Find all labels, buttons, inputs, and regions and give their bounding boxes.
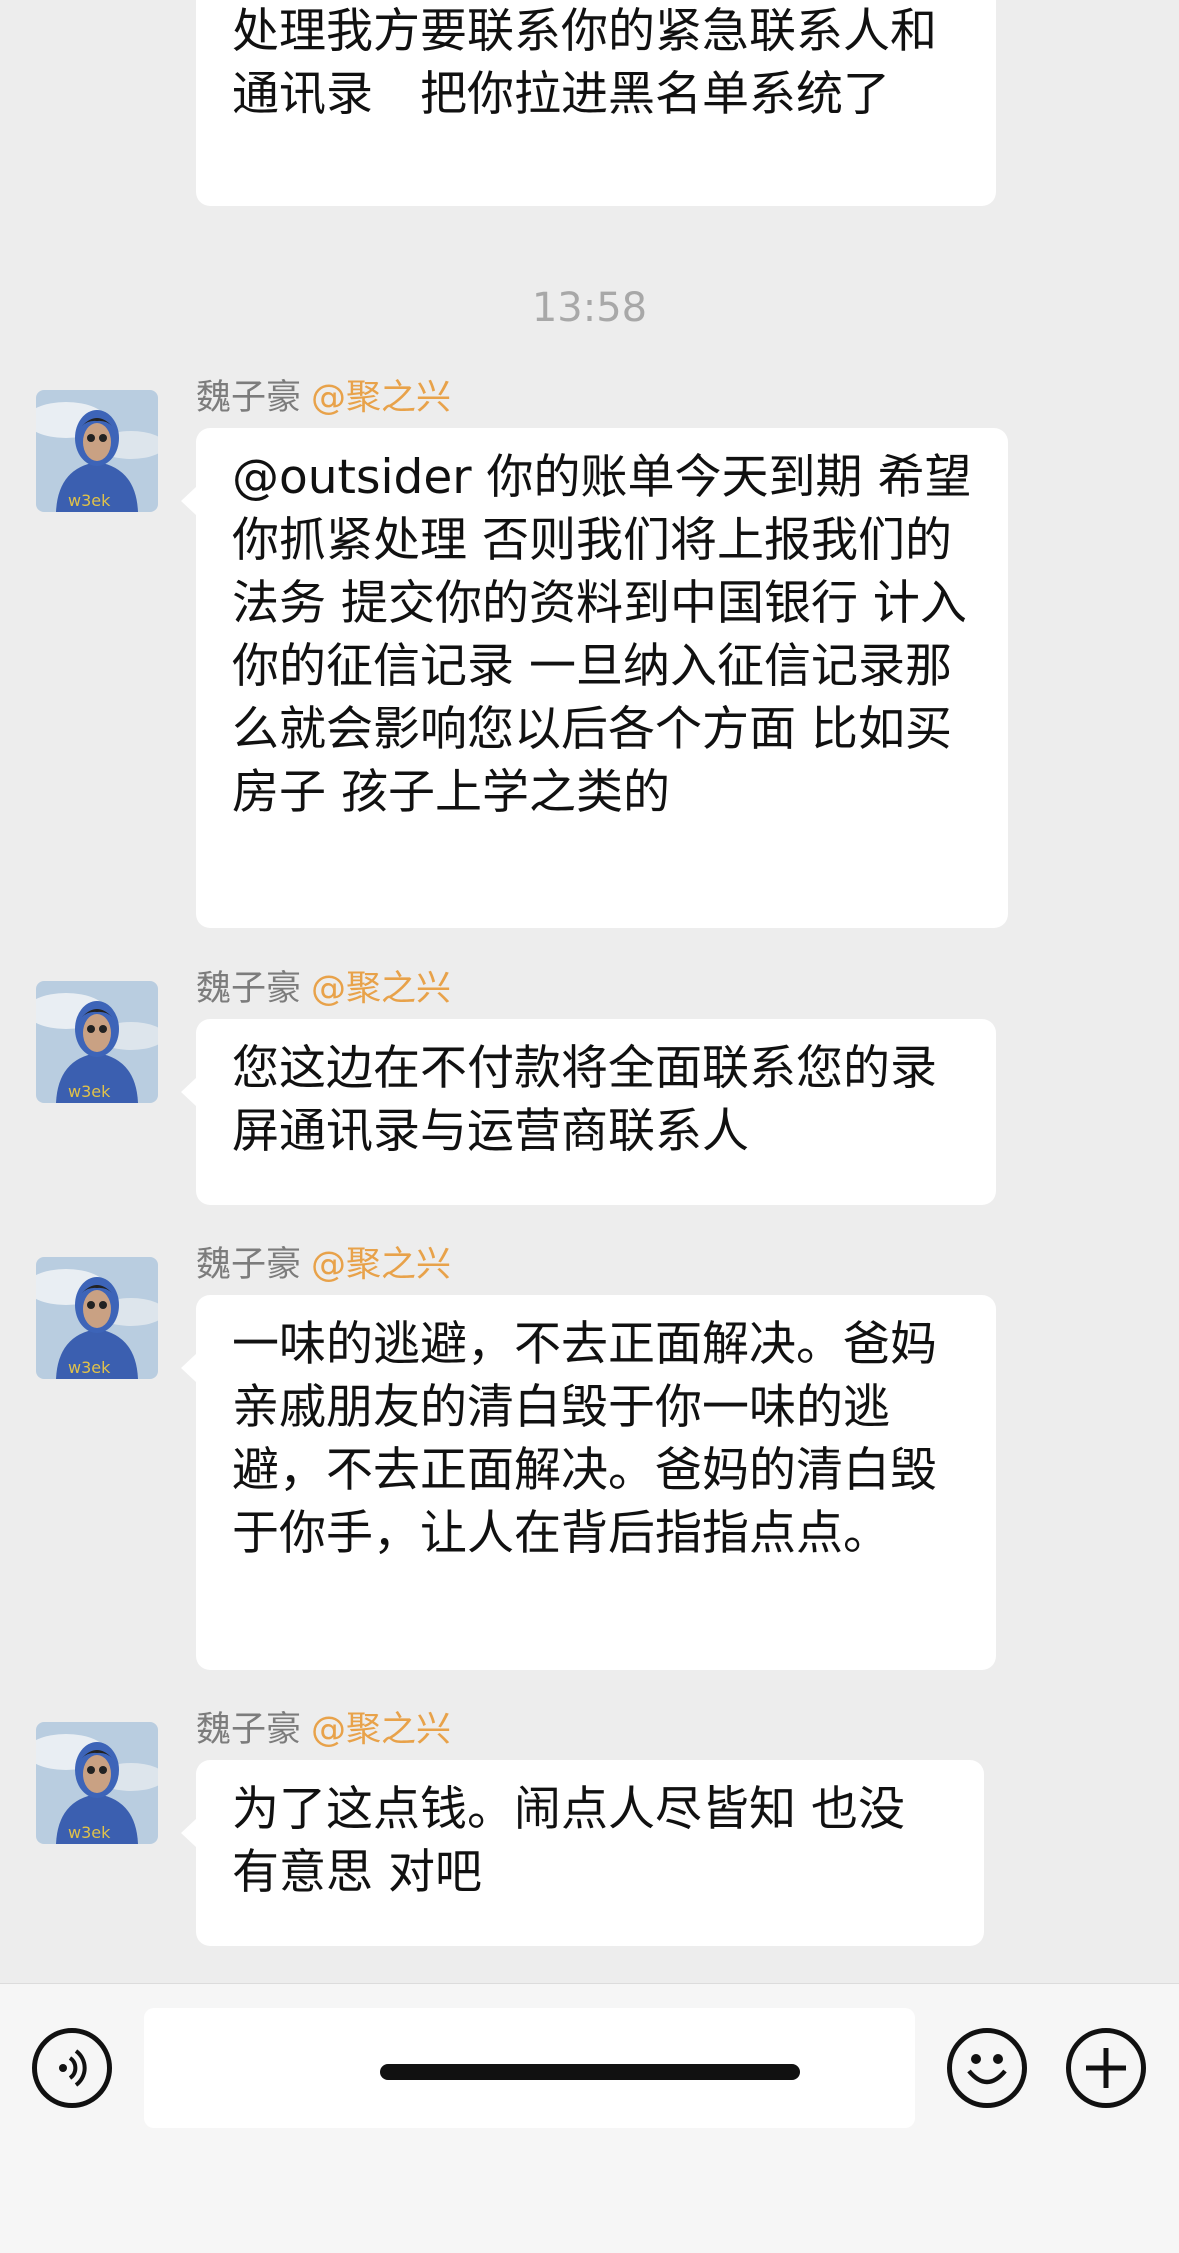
mention-tag[interactable]: @聚之兴 <box>311 1710 451 1750</box>
voice-button[interactable] <box>32 2028 112 2108</box>
message-timestamp: 13:58 <box>531 285 648 331</box>
svg-text:w3ek: w3ek <box>68 1358 111 1377</box>
message-bubble[interactable]: 为了这点钱。闹点人尽皆知 也没有意思 对吧 <box>181 1760 984 1946</box>
input-bar <box>0 1983 1179 2253</box>
svg-text:w3ek: w3ek <box>68 491 111 510</box>
sender-name: 魏子豪 <box>196 378 302 418</box>
avatar[interactable]: w3ek <box>36 1722 158 1844</box>
sender-line: 魏子豪 @聚之兴 <box>196 376 451 420</box>
sender-line: 魏子豪 @聚之兴 <box>196 1708 451 1752</box>
emoji-button[interactable] <box>947 2028 1027 2108</box>
message-text: 为了这点钱。闹点人尽皆知 也没有意思 对吧 <box>232 1782 905 1900</box>
sender-name: 魏子豪 <box>196 1710 302 1750</box>
mention-tag[interactable]: @聚之兴 <box>311 378 451 418</box>
message-text: @outsider 你的账单今天到期 希望你抓紧处理 否则我们将上报我们的法务 … <box>232 450 972 820</box>
message-text: 您这边在不付款将全面联系您的录屏通讯录与运营商联系人 <box>232 1041 937 1159</box>
add-button[interactable] <box>1066 2028 1146 2108</box>
home-indicator <box>380 2064 800 2080</box>
sender-line: 魏子豪 @聚之兴 <box>196 967 451 1011</box>
plus-icon <box>1086 2048 1126 2088</box>
message-bubble[interactable]: 一味的逃避，不去正面解决。爸妈亲戚朋友的清白毁于你一味的逃避，不去正面解决。爸妈… <box>181 1295 996 1670</box>
mention-tag[interactable]: @聚之兴 <box>311 969 451 1009</box>
emoji-icon <box>967 2054 1007 2085</box>
voice-icon <box>59 2049 87 2087</box>
message-bubble[interactable]: 处理我方要联系你的紧急联系人和通讯录 把你拉进黑名单系统了 <box>196 0 996 206</box>
svg-text:w3ek: w3ek <box>68 1082 111 1101</box>
message-text: 处理我方要联系你的紧急联系人和通讯录 把你拉进黑名单系统了 <box>232 4 937 122</box>
sender-name: 魏子豪 <box>196 969 302 1009</box>
avatar[interactable]: w3ek <box>36 981 158 1103</box>
svg-text:w3ek: w3ek <box>68 1823 111 1842</box>
chat-area[interactable]: 处理我方要联系你的紧急联系人和通讯录 把你拉进黑名单系统了 13:58 w3ek… <box>0 0 1179 1983</box>
message-text: 一味的逃避，不去正面解决。爸妈亲戚朋友的清白毁于你一味的逃避，不去正面解决。爸妈… <box>232 1317 937 1561</box>
message-bubble[interactable]: @outsider 你的账单今天到期 希望你抓紧处理 否则我们将上报我们的法务 … <box>181 428 1008 928</box>
message-bubble[interactable]: 您这边在不付款将全面联系您的录屏通讯录与运营商联系人 <box>181 1019 996 1205</box>
avatar[interactable]: w3ek <box>36 1257 158 1379</box>
mention-tag[interactable]: @聚之兴 <box>311 1245 451 1285</box>
sender-line: 魏子豪 @聚之兴 <box>196 1243 451 1287</box>
sender-name: 魏子豪 <box>196 1245 302 1285</box>
avatar[interactable]: w3ek <box>36 390 158 512</box>
